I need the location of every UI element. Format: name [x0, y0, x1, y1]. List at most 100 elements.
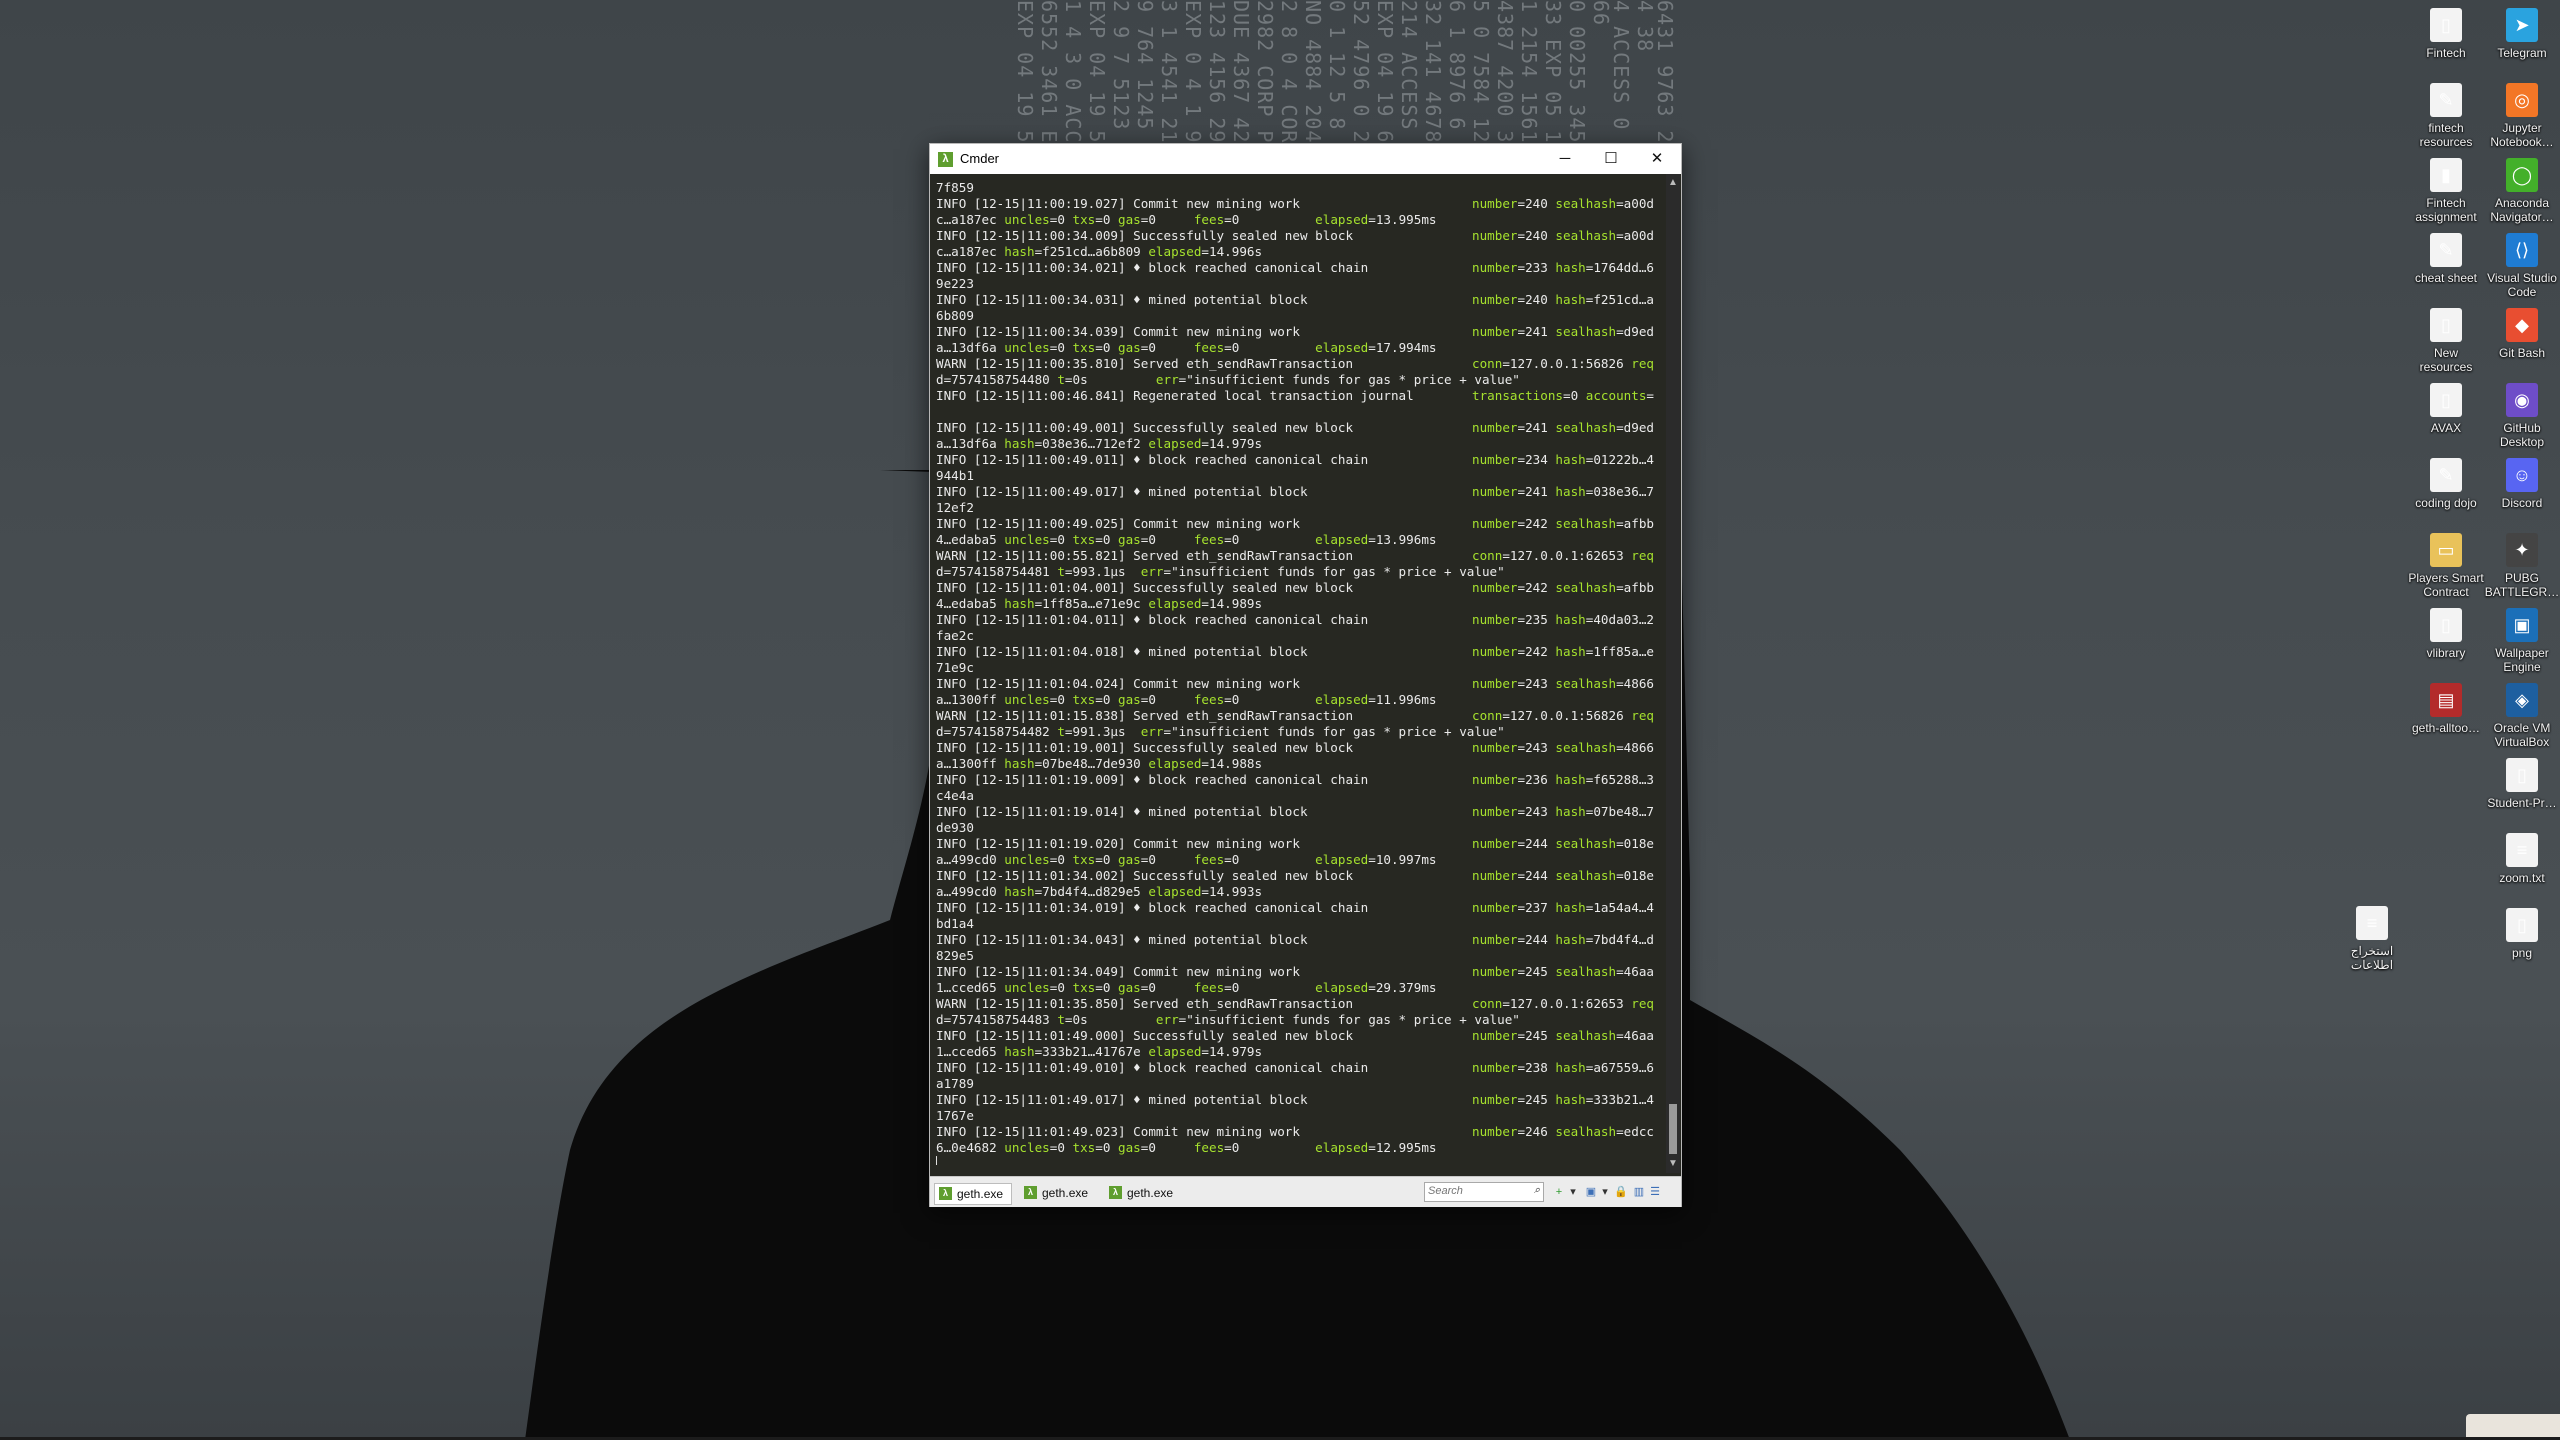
field-key: number: [1472, 932, 1518, 947]
desktop-icon-label: fintech resources: [2419, 121, 2473, 149]
desktop-icon[interactable]: ☺ Discord: [2484, 458, 2560, 510]
desktop-icon-label: Student-Pr…: [2487, 796, 2557, 810]
vertical-scrollbar[interactable]: ▲ ▼: [1666, 174, 1680, 1173]
search-icon[interactable]: ⌕: [1534, 1184, 1540, 1197]
desktop-icon[interactable]: ▯ png: [2484, 908, 2560, 960]
pane-icon[interactable]: ▥: [1632, 1185, 1646, 1199]
field-key: gas: [1118, 692, 1141, 707]
field-key: uncles: [1004, 692, 1050, 707]
field-key: number: [1472, 804, 1518, 819]
desktop-icon[interactable]: ◆ Git Bash: [2484, 308, 2560, 360]
field-value: =0: [1140, 980, 1194, 995]
scroll-down-icon[interactable]: ▼: [1666, 1157, 1680, 1171]
desktop-icon[interactable]: ▯ AVAX: [2408, 383, 2484, 435]
log-message: [12-15|11:00:49.001] Successfully sealed…: [966, 420, 1354, 435]
console-line: INFO [12-15|11:01:49.000] Successfully s…: [936, 1028, 1662, 1044]
tab-geth-2[interactable]: λ geth.exe: [1020, 1183, 1096, 1203]
desktop-icon[interactable]: ▭ Players Smart Contract: [2408, 533, 2484, 599]
field-value: =0: [1224, 212, 1316, 227]
console-line: INFO [12-15|11:00:34.039] Commit new min…: [936, 324, 1662, 340]
field-value: =0: [1224, 1140, 1316, 1155]
desktop-icon[interactable]: ≡ zoom.txt: [2484, 833, 2560, 885]
desktop-icon[interactable]: ➤ Telegram: [2484, 8, 2560, 60]
log-fields: number=244 sealhash=018e: [1472, 836, 1654, 852]
notification-peek[interactable]: [2466, 1414, 2560, 1437]
field-key: hash: [1555, 772, 1586, 787]
field-value: =0: [1049, 340, 1073, 355]
title-bar[interactable]: λ Cmder ─ ☐ ✕: [930, 144, 1681, 174]
field-key: accounts: [1585, 388, 1647, 403]
menu-icon[interactable]: ☰: [1648, 1185, 1662, 1199]
desktop-icon[interactable]: ▯ vlibrary: [2408, 608, 2484, 660]
desktop-icon[interactable]: ✎ cheat sheet: [2408, 233, 2484, 285]
dropdown-icon[interactable]: ▾: [1566, 1185, 1580, 1199]
field-key: err: [1155, 1012, 1179, 1027]
desktop-icon[interactable]: ✦ PUBG BATTLEGR…: [2484, 533, 2560, 599]
field-key: number: [1472, 1124, 1518, 1139]
field-key: elapsed: [1315, 212, 1369, 227]
app-icon: ▯: [2506, 908, 2538, 942]
log-fields: conn=127.0.0.1:56826 req: [1472, 356, 1654, 372]
desktop-icon[interactable]: ✎ fintech resources: [2408, 83, 2484, 149]
tab-geth-3[interactable]: λ geth.exe: [1105, 1183, 1181, 1203]
log-level: INFO: [936, 228, 967, 243]
desktop-icon[interactable]: ▯ Fintech: [2408, 8, 2484, 60]
desktop-icon[interactable]: ◎ Jupyter Notebook…: [2484, 83, 2560, 149]
scrollbar-thumb[interactable]: [1669, 1104, 1677, 1154]
field-key: txs: [1072, 212, 1096, 227]
field-value: =0: [1563, 388, 1586, 403]
desktop-icon[interactable]: ▯ New resources: [2408, 308, 2484, 374]
field-key: t: [1057, 372, 1065, 387]
log-level: INFO: [936, 1092, 967, 1107]
field-value: =0: [1140, 692, 1194, 707]
desktop-icon[interactable]: ⟨⟩ Visual Studio Code: [2484, 233, 2560, 299]
console-output[interactable]: 7f859 INFO [12-15|11:00:19.027] Commit ne…: [936, 180, 1662, 1165]
console-line: INFO [12-15|11:01:04.011] ♦ block reache…: [936, 612, 1662, 628]
split-view-icon[interactable]: ▣: [1584, 1185, 1598, 1199]
field-value: =333b21…4: [1585, 1092, 1655, 1107]
field-key: number: [1472, 260, 1518, 275]
search-input[interactable]: [1425, 1183, 1520, 1199]
log-message: [12-15|11:01:34.002] Successfully sealed…: [966, 868, 1354, 883]
log-message: [12-15|11:01:04.024] Commit new mining w…: [966, 676, 1300, 691]
desktop-icon[interactable]: ◉ GitHub Desktop: [2484, 383, 2560, 449]
desktop-icon[interactable]: ≡ استخراج اطلاعات: [2334, 906, 2410, 972]
dropdown-icon[interactable]: ▾: [1598, 1185, 1612, 1199]
log-continuation: d=7574158754483: [936, 1012, 1058, 1027]
app-icon: ◯: [2506, 158, 2538, 192]
log-message: [12-15|11:01:34.049] Commit new mining w…: [966, 964, 1300, 979]
log-fields: number=245 sealhash=46aa: [1472, 964, 1654, 980]
field-value: =14.988s: [1201, 756, 1263, 771]
field-value: =238: [1517, 1060, 1556, 1075]
minimize-button[interactable]: ─: [1542, 144, 1588, 174]
field-key: uncles: [1004, 212, 1050, 227]
desktop-icon[interactable]: ▤ geth-alltoo…: [2408, 683, 2484, 735]
field-key: sealhash: [1555, 836, 1617, 851]
scroll-up-icon[interactable]: ▲: [1666, 176, 1680, 190]
console-line: 9e223: [936, 276, 1662, 292]
tab-geth-1[interactable]: λ geth.exe: [934, 1183, 1013, 1205]
console-line: INFO [12-15|11:01:34.043] ♦ mined potent…: [936, 932, 1662, 948]
lock-icon[interactable]: 🔒: [1614, 1185, 1628, 1199]
log-continuation: 6…0e4682: [936, 1140, 1005, 1155]
desktop-icon[interactable]: ◯ Anaconda Navigator…: [2484, 158, 2560, 224]
console-line: 6…0e4682 uncles=0 txs=0 gas=0 fees=0 ela…: [936, 1140, 1662, 1156]
field-value: =0: [1224, 692, 1316, 707]
console-line: INFO [12-15|11:01:49.017] ♦ mined potent…: [936, 1092, 1662, 1108]
log-continuation: d=7574158754480: [936, 372, 1058, 387]
close-button[interactable]: ✕: [1634, 144, 1680, 174]
desktop-icon[interactable]: ▣ Wallpaper Engine: [2484, 608, 2560, 674]
desktop-icon[interactable]: ▯ Student-Pr…: [2484, 758, 2560, 810]
desktop-icon[interactable]: ✎ coding dojo: [2408, 458, 2484, 510]
log-fields: transactions=0 accounts=: [1472, 388, 1654, 404]
app-icon: ◎: [2506, 83, 2538, 117]
field-value: =: [1646, 388, 1655, 403]
log-level: INFO: [936, 1060, 967, 1075]
new-console-icon[interactable]: +: [1552, 1185, 1566, 1199]
field-value: =0: [1140, 1140, 1194, 1155]
maximize-button[interactable]: ☐: [1588, 144, 1634, 174]
log-continuation: 7f859: [936, 180, 974, 195]
field-key: sealhash: [1555, 580, 1617, 595]
desktop-icon[interactable]: ▮ Fintech assignment: [2408, 158, 2484, 224]
desktop-icon[interactable]: ◈ Oracle VM VirtualBox: [2484, 683, 2560, 749]
